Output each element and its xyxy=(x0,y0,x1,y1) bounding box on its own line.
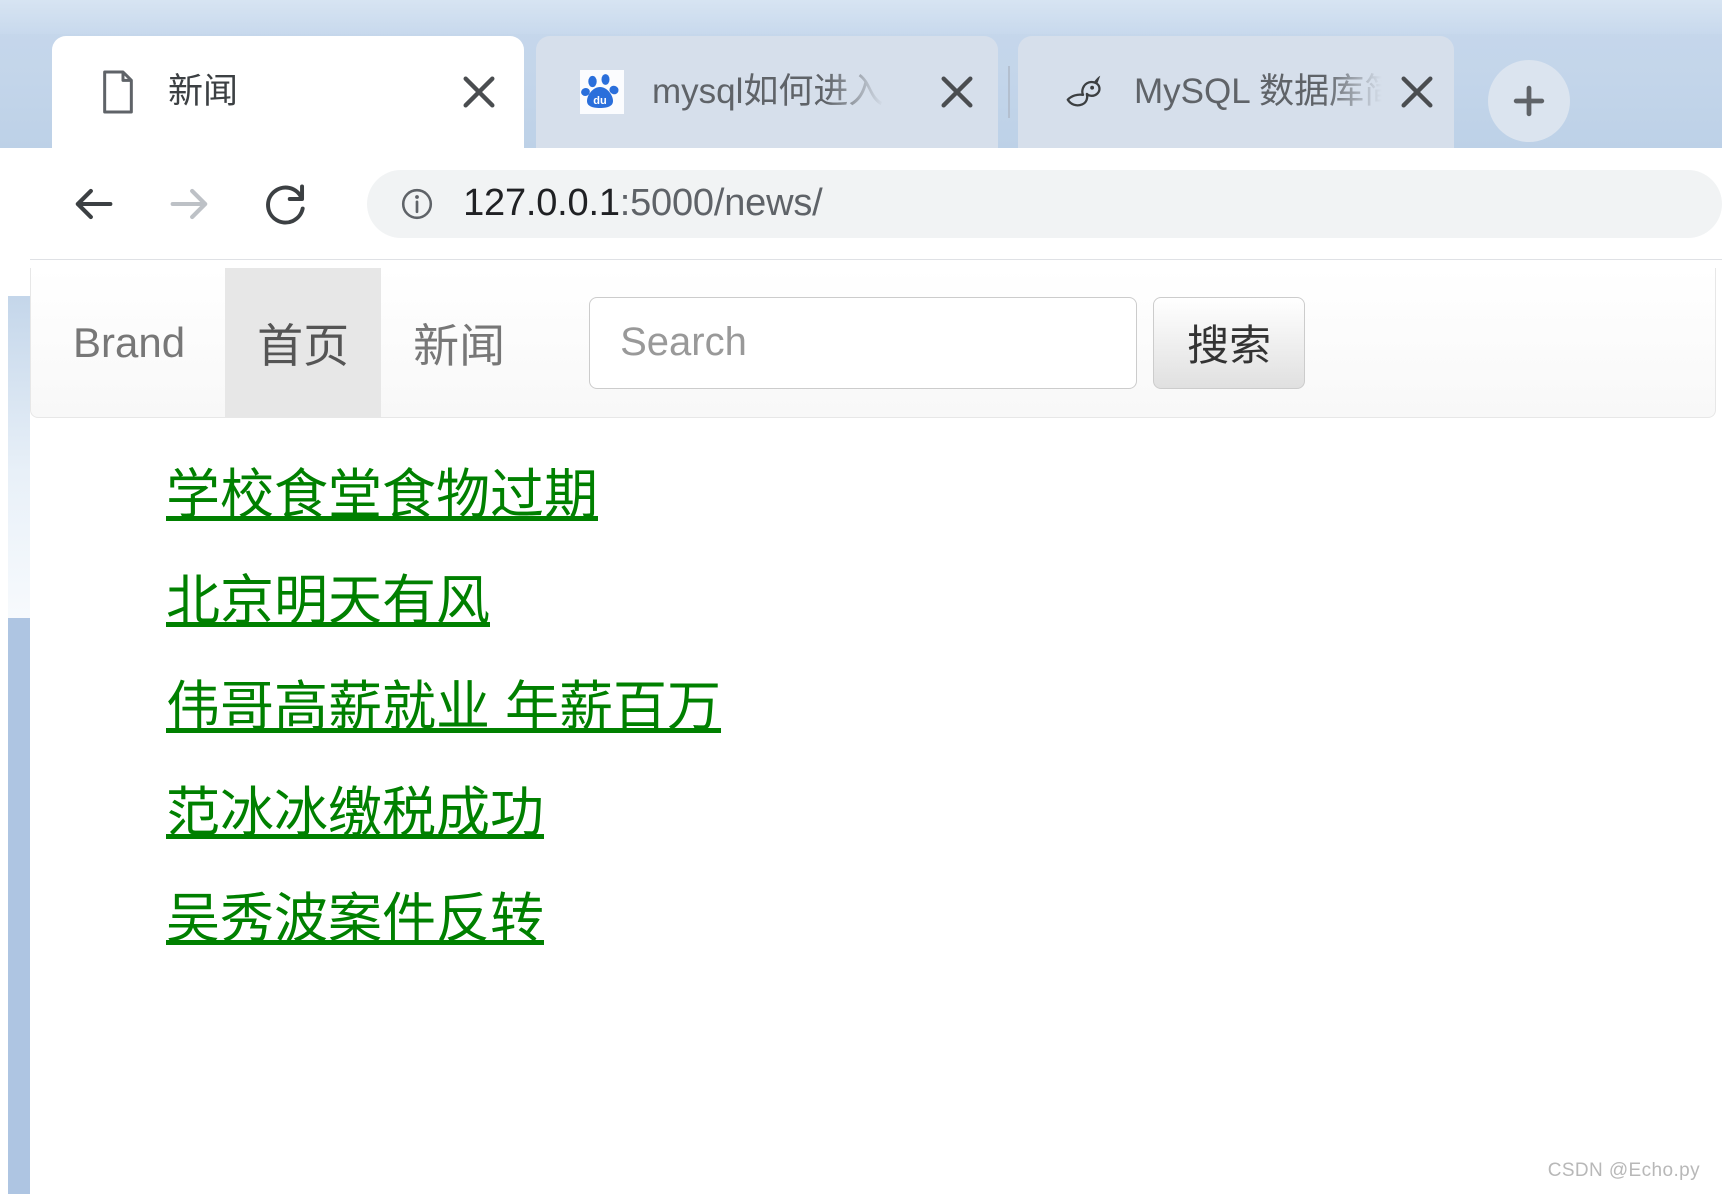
news-list-item[interactable]: 吴秀波案件反转 xyxy=(166,866,1716,972)
left-rail-fade xyxy=(8,296,30,618)
navbar-brand[interactable]: Brand xyxy=(31,268,225,417)
site-info-icon[interactable] xyxy=(399,186,435,222)
forward-button[interactable] xyxy=(156,168,222,240)
page-icon xyxy=(96,70,140,114)
desktop-background: 新闻 du mysql如何进入 MySQL 数据库简 127.0.0.1:500… xyxy=(0,0,1722,1194)
news-list-item[interactable]: 范冰冰缴税成功 xyxy=(166,760,1716,866)
page-viewport: Brand 首页 新闻 搜索 学校食堂食物过期 北京明天有风 伟哥高薪就业 年薪… xyxy=(30,260,1722,1194)
browser-tab-title: 新闻 xyxy=(168,72,239,111)
reload-button[interactable] xyxy=(253,168,319,240)
news-list: 学校食堂食物过期 北京明天有风 伟哥高薪就业 年薪百万 范冰冰缴税成功 吴秀波案… xyxy=(30,442,1716,972)
tab-separator xyxy=(1008,66,1010,118)
mysql-dolphin-icon xyxy=(1062,70,1106,114)
site-navbar: Brand 首页 新闻 搜索 xyxy=(30,268,1716,418)
baidu-icon: du xyxy=(580,70,624,114)
new-tab-button[interactable] xyxy=(1488,60,1570,142)
browser-tab-news[interactable]: 新闻 xyxy=(52,36,524,148)
tab-close-icon[interactable] xyxy=(1394,69,1440,115)
browser-tab-title: mysql如何进入数 xyxy=(652,72,884,111)
navbar-search-form: 搜索 xyxy=(589,268,1306,417)
url-host: 127.0.0.1 xyxy=(463,182,620,224)
browser-tab-mysql[interactable]: MySQL 数据库简 xyxy=(1018,36,1454,148)
search-input[interactable] xyxy=(589,296,1138,389)
url-path: :5000/news/ xyxy=(619,182,823,224)
tab-close-icon[interactable] xyxy=(934,69,980,115)
news-list-item[interactable]: 伟哥高薪就业 年薪百万 xyxy=(166,654,1716,760)
plus-icon xyxy=(1513,85,1545,117)
tab-strip: 新闻 du mysql如何进入 MySQL 数据库简 xyxy=(30,18,1722,148)
left-rail xyxy=(0,148,30,1194)
news-list-item[interactable]: 北京明天有风 xyxy=(166,548,1716,654)
address-bar-url: 127.0.0.1:5000/news/ xyxy=(463,182,823,225)
reload-icon xyxy=(265,184,305,225)
browser-tab-title: MySQL 数据库简 xyxy=(1134,72,1382,111)
tab-close-icon[interactable] xyxy=(456,69,502,115)
nav-item-news[interactable]: 新闻 xyxy=(381,268,537,417)
browser-toolbar: 127.0.0.1:5000/news/ xyxy=(30,148,1722,260)
browser-tab-baidu[interactable]: du mysql如何进入数 xyxy=(536,36,998,148)
watermark: CSDN @Echo.py xyxy=(1547,1160,1700,1181)
arrow-left-icon xyxy=(75,188,113,219)
search-button[interactable]: 搜索 xyxy=(1153,296,1306,389)
left-rail-fill xyxy=(8,618,30,1194)
news-list-item[interactable]: 学校食堂食物过期 xyxy=(166,442,1716,548)
arrow-right-icon xyxy=(170,188,207,219)
svg-text:du: du xyxy=(593,95,606,107)
address-bar[interactable]: 127.0.0.1:5000/news/ xyxy=(367,169,1722,238)
browser-window: 新闻 du mysql如何进入 MySQL 数据库简 127.0.0.1:500… xyxy=(30,18,1722,1194)
back-button[interactable] xyxy=(60,168,126,240)
nav-item-home[interactable]: 首页 xyxy=(225,268,382,417)
